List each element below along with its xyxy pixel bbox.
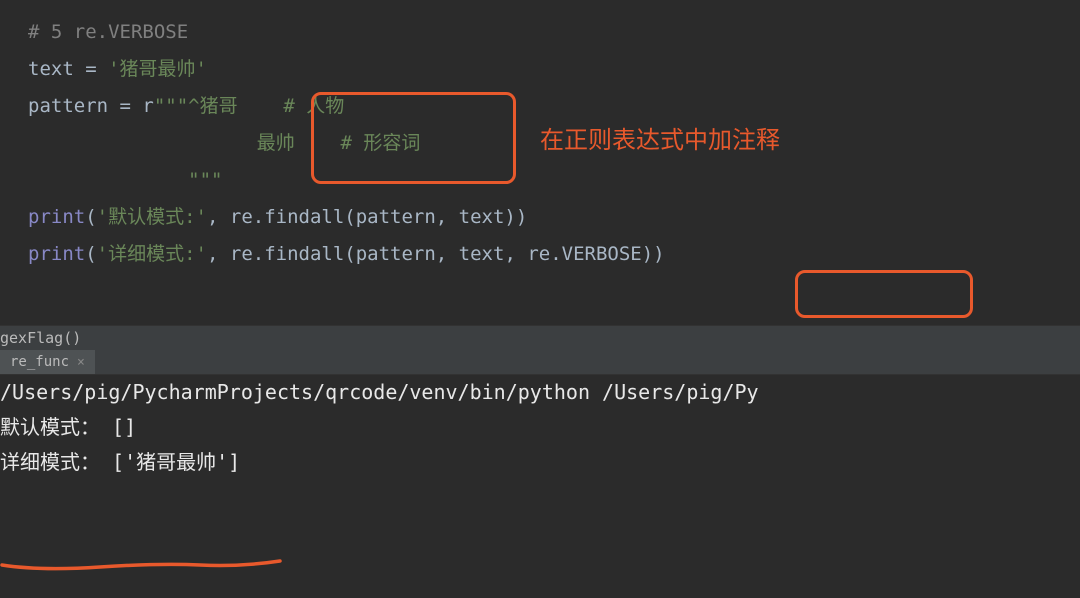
arg-text: text (459, 243, 505, 265)
console-line: 详细模式： ['猪哥最帅'] (0, 445, 1080, 480)
print-call: print (28, 243, 85, 265)
console-output[interactable]: /Users/pig/PycharmProjects/qrcode/venv/b… (0, 375, 1080, 480)
comma: , (207, 206, 230, 228)
arg-text: text)) (459, 206, 528, 228)
code-editor[interactable]: # 5 re.VERBOSE text = '猪哥最帅' pattern = r… (0, 0, 1080, 287)
comment-line: # 5 re.VERBOSE (28, 21, 188, 43)
run-context: gexFlag() (0, 325, 1080, 350)
call-findall: re.findall(pattern (230, 206, 436, 228)
call-findall: re.findall(pattern (230, 243, 436, 265)
paren: ( (85, 243, 96, 265)
console-tabs: re_func × (0, 350, 1080, 375)
console-line: 默认模式： [] (0, 410, 1080, 445)
comma: , (436, 206, 459, 228)
var-text: text (28, 58, 74, 80)
comma: , (207, 243, 230, 265)
paren: ( (85, 206, 96, 228)
run-panel: gexFlag() re_func × /Users/pig/PycharmPr… (0, 325, 1080, 480)
console-line: /Users/pig/PycharmProjects/qrcode/venv/b… (0, 375, 1080, 410)
string-literal: '详细模式:' (97, 243, 207, 265)
string-literal: 最帅 # 形容词 (28, 132, 420, 154)
annotation-underline (0, 553, 300, 583)
raw-prefix: r (142, 95, 153, 117)
close-icon[interactable]: × (77, 355, 85, 370)
string-literal: """^猪哥 # 人物 (154, 95, 344, 117)
tab-re-func[interactable]: re_func × (0, 350, 95, 374)
comma: , (436, 243, 459, 265)
eq: = (74, 58, 108, 80)
print-call: print (28, 206, 85, 228)
re-verbose-flag: re.VERBOSE)) (527, 243, 664, 265)
string-literal: """ (28, 169, 222, 191)
string-literal: '默认模式:' (97, 206, 207, 228)
var-pattern: pattern (28, 95, 108, 117)
comma: , (504, 243, 527, 265)
eq: = (108, 95, 142, 117)
string-literal: '猪哥最帅' (108, 58, 207, 80)
tab-label: re_func (10, 354, 69, 370)
